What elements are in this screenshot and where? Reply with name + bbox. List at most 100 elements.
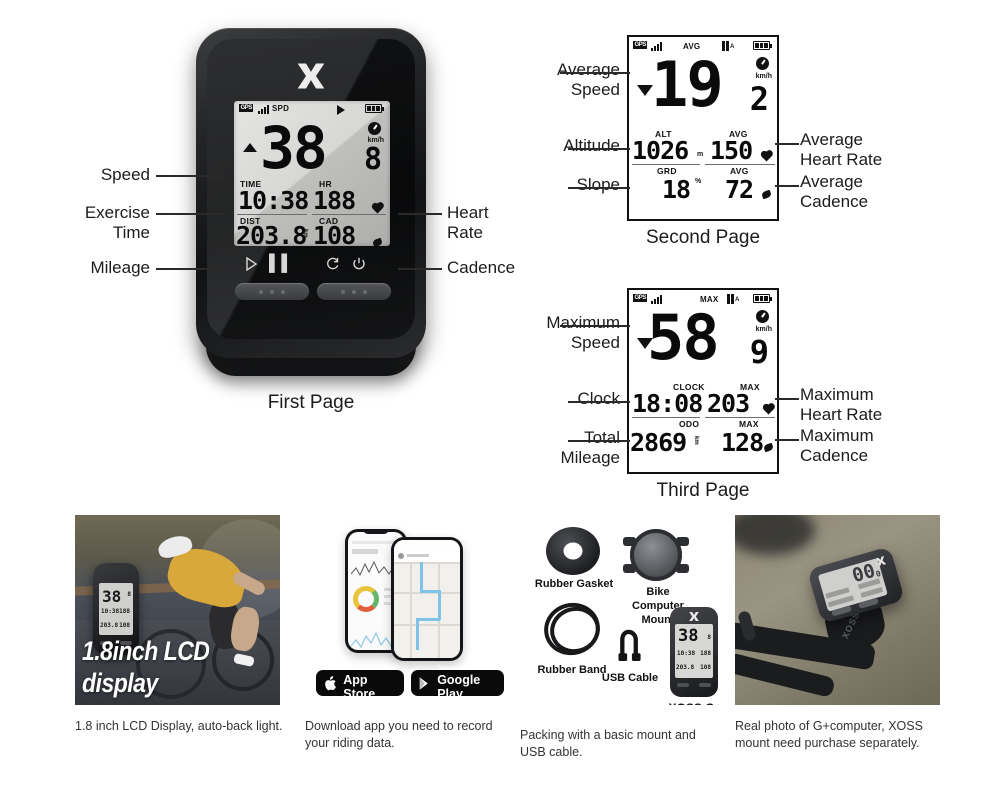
speed-gauge-icon [368,122,381,135]
refresh-icon[interactable] [325,257,340,271]
mini-button-pad [699,683,711,687]
callout-maximum-speed: Maximum Speed [546,313,620,352]
callout-total-mileage: Total Mileage [560,428,620,467]
app-store-button[interactable]: Download on the App Store [316,665,404,701]
store-button-bottom: Google Play [437,673,481,701]
mini-dist: 203.8 [100,622,119,629]
interval-bars-icon: A [727,294,739,304]
cadence-icon [761,189,772,200]
mini-time: 10:38 [101,608,120,615]
phone-screen [394,540,460,658]
callout-altitude: Altitude [563,136,620,155]
avg-speed-value: 19 [651,48,724,121]
donut-chart [353,586,379,612]
google-play-icon [419,676,428,690]
mini-lcd-screen: 38 8 10:38 188 203.8 108 [675,624,713,678]
part-label-device: XOSS G+ [660,701,730,705]
mini-hr: 188 [700,650,711,657]
gallery-caption: 1.8 inch LCD Display, auto-back light. [75,719,283,733]
leader-line [568,148,630,150]
field-unit-grd: % [695,178,702,185]
heart-icon [761,151,772,162]
photo-accessories: Rubber Gasket Bike Computer Mount Rubber… [520,515,735,705]
speed-gauge-icon [756,310,769,323]
field-unit-alt: m [697,151,704,158]
callout-heart-rate: Heart Rate [447,203,489,242]
google-play-button[interactable]: Download from Google Play [411,665,504,701]
callout-average-speed: Average Speed [556,60,620,99]
phone-notch [363,529,389,534]
avg-speed-decimal: 2 [749,80,769,118]
xoss-logo-icon [297,63,325,89]
third-page-caption: Third Page [656,480,750,501]
photo-overlay-text: 1.8inch LCD display [82,635,210,698]
pause-icon[interactable]: ▌▌ [269,256,294,272]
cadence-icon [372,237,383,246]
speed-unit: km/h [755,326,772,333]
part-label-gasket: Rubber Gasket [534,578,614,590]
battery-icon [365,104,385,113]
mini-speed: 38 [678,626,699,646]
callout-cadence: Cadence [447,258,516,277]
interval-bars-icon: A [722,41,734,51]
mini-speed: 38 [102,587,122,606]
second-page-panel: GPS AVG A 19 km/h 2 ALT 1026 m AVG 150 G… [627,35,779,221]
cadence-icon [763,442,774,453]
phone-map [391,537,463,661]
leader-line [560,72,630,74]
field-value-avg-cad: 72 [725,175,754,204]
leader-line [398,213,442,215]
leader-line [775,398,799,400]
speed-unit: km/h [755,73,772,80]
photo-cyclist: 38 8 10:38 188 203.8 108 1.8inch LCD dis… [75,515,280,705]
left-button-pad[interactable] [235,283,309,300]
first-page-caption: First Page [267,392,355,413]
gallery-row: 38 8 10:38 188 203.8 108 1.8inch LCD dis… [0,515,1000,798]
field-unit-odo: km [693,436,699,445]
field-value-odo: 2869 [630,428,687,457]
first-page-device: GPS SPD 38 km/h 8 TIME 10:38 HR 188 DIST… [196,28,426,376]
field-value-cad: 108 [313,221,356,246]
part-label-usb: USB Cable [601,672,659,684]
apple-icon [325,675,336,690]
callout-clock: Clock [577,389,620,408]
right-button-pad[interactable] [317,283,391,300]
device-buttons: ▌▌ [207,256,415,333]
leader-line [156,175,224,177]
trend-up-icon [243,143,257,152]
play-icon[interactable] [245,257,258,271]
field-value-alt: 1026 [632,136,689,165]
lcd-screen-first-page: GPS SPD 38 km/h 8 TIME 10:38 HR 188 DIST… [234,101,390,246]
field-value-avg-hr: 150 [710,136,753,165]
speed-decimal: 8 [363,142,382,177]
speed-value: 38 [260,114,328,182]
field-value-hr: 188 [313,186,356,215]
bike-computer-mount [623,529,689,581]
photo-app: Download on the App Store Download from … [305,515,510,705]
field-value-dist: 203.8 [236,221,307,246]
play-icon [337,105,345,115]
background-blur [735,515,815,555]
field-value-max-cad: 128 [721,428,764,457]
callout-average-heart-rate: Average Heart Rate [800,130,883,169]
power-icon[interactable] [352,257,366,271]
field-value-grd: 18 [662,175,691,204]
bar-sub-label: A [729,44,735,50]
device-face: GPS SPD 38 km/h 8 TIME 10:38 HR 188 DIST… [207,39,415,339]
leader-line [156,213,224,215]
gps-icon: GPS [633,41,648,49]
mini-device-gplus: 38 8 10:38 188 203.8 108 [670,607,718,697]
store-button-top: Download on the [343,665,393,672]
heart-icon [763,404,774,415]
mini-hr: 188 [119,608,130,615]
mode-label: SPD [272,104,290,113]
third-page-panel: GPS MAX A 58 km/h 9 CLOCK 18:08 MAX 203 … [627,288,779,474]
callout-mileage: Mileage [90,258,150,277]
max-speed-decimal: 9 [749,333,769,371]
gallery-caption: Packing with a basic mount and USB cable… [520,728,696,759]
photo-handlebar: XOSS 00 0 [735,515,940,705]
signal-bars-icon [258,105,269,114]
leader-line [568,187,630,189]
rubber-gasket [546,527,600,575]
speed-gauge-icon [756,57,769,70]
